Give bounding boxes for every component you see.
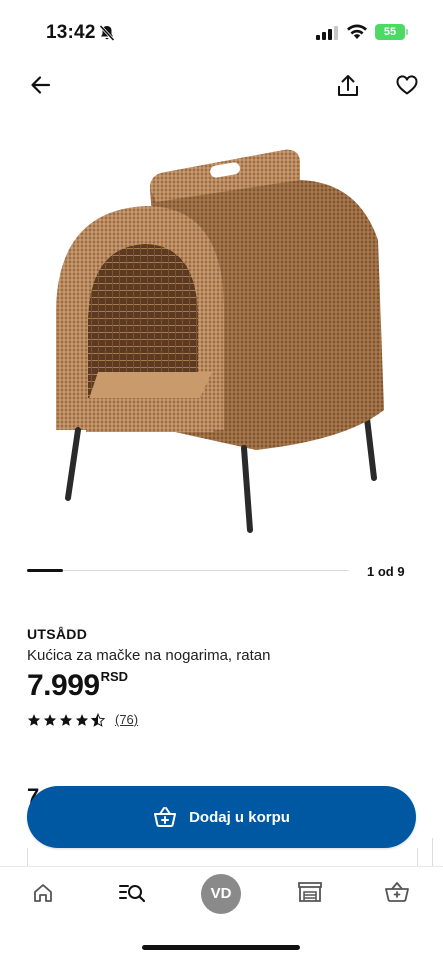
basket-plus-icon xyxy=(154,807,177,827)
add-to-cart-label: Dodaj u korpu xyxy=(189,808,290,826)
home-icon[interactable] xyxy=(32,882,54,904)
add-to-cart-button[interactable]: Dodaj u korpu xyxy=(27,786,416,848)
rating-stars xyxy=(27,712,105,727)
product-rating[interactable]: (76) xyxy=(27,712,138,727)
review-count-link[interactable]: (76) xyxy=(115,712,138,727)
status-bar: 13:42 55 xyxy=(0,0,443,64)
gallery-progress-track xyxy=(27,570,349,571)
product-price: 7.999RSD xyxy=(27,669,128,703)
bell-muted-icon xyxy=(99,24,115,42)
product-description: Kućica za mačke na nogarima, ratan xyxy=(27,647,271,664)
heart-icon[interactable] xyxy=(394,72,420,98)
search-list-icon[interactable] xyxy=(119,882,147,904)
battery-tip xyxy=(406,29,408,35)
product-brand: UTSÅDD xyxy=(27,626,88,642)
battery-icon: 55 xyxy=(375,24,405,40)
arrow-left-icon[interactable] xyxy=(28,72,54,98)
star-icon xyxy=(59,713,73,726)
gallery-progress-fill xyxy=(27,569,63,572)
price-currency: RSD xyxy=(100,669,129,684)
star-icon xyxy=(43,713,57,726)
avatar[interactable]: VD xyxy=(201,874,241,914)
home-indicator xyxy=(142,945,300,950)
status-time: 13:42 xyxy=(46,22,96,43)
basket-icon[interactable] xyxy=(384,881,410,903)
star-icon xyxy=(75,713,89,726)
price-amount: 7.999 xyxy=(27,669,100,702)
star-half-icon xyxy=(91,712,105,727)
product-image[interactable] xyxy=(46,140,398,540)
share-icon[interactable] xyxy=(334,72,362,100)
star-icon xyxy=(27,713,41,726)
store-icon[interactable] xyxy=(297,881,323,903)
content-card-edge-right xyxy=(432,838,443,868)
gallery-pager: 1 od 9 xyxy=(367,564,405,579)
wifi-icon xyxy=(347,24,367,39)
signal-icon xyxy=(316,26,338,40)
